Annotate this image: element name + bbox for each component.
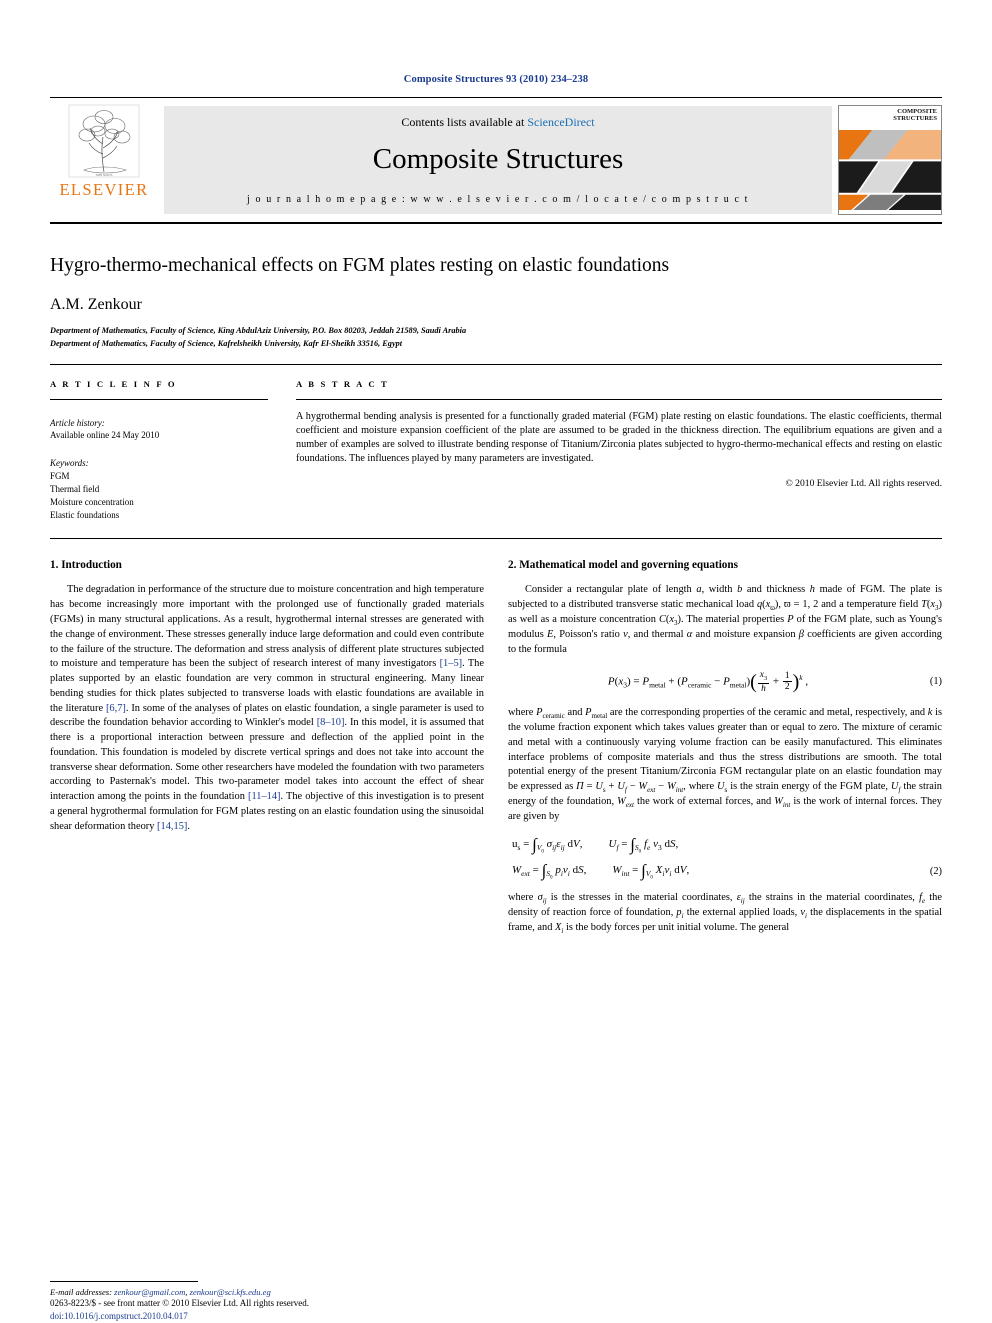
equation-2-line-2: Wext = ∫S0 pivi dS, Wint = ∫V0 Xivi dV, [512,861,690,881]
section-heading-model: 2. Mathematical model and governing equa… [508,559,738,572]
citation-8-10[interactable]: [8–10] [317,717,345,728]
journal-title: Composite Structures [372,143,624,175]
issn-line: 0263-8223/$ - see front matter © 2010 El… [50,1297,310,1308]
footer-note: E-mail addresses: zenkour@gmail.com, zen… [50,1281,484,1297]
cover-artwork [839,130,941,211]
article-info-heading: A R T I C L E I N F O [50,379,177,390]
equation-2-number: (2) [929,866,942,878]
publisher-logo: NON SOLUS ELSEVIER [50,98,158,222]
model-paragraph-2: where Pceramic and Pmetal are the corres… [508,706,942,825]
keyword-item: Thermal field [50,484,100,495]
sciencedirect-link[interactable]: ScienceDirect [527,115,594,129]
journal-homepage[interactable]: j o u r n a l h o m e p a g e : w w w . … [247,194,749,205]
publisher-name: ELSEVIER [59,180,149,199]
email-link-2[interactable]: zenkour@sci.kfs.edu.eg [190,1287,271,1297]
paper-page: Composite Structures 93 (2010) 234–238 N… [0,0,992,1323]
model-paragraph-1: Consider a rectangular plate of length a… [508,583,942,658]
abstract: A B S T R A C T A hygrothermal bending a… [290,379,942,522]
equation-2-line-1: us = ∫V0 σijεij dV, Uf = ∫S0 fe v3 dS, [512,835,679,855]
author-name: A.M. Zenkour [50,296,142,314]
journal-reference: Composite Structures 93 (2010) 234–238 [403,74,589,85]
citation-11-14[interactable]: [11–14] [248,791,281,802]
elsevier-tree-icon: NON SOLUS [68,104,140,178]
equation-1-number: (1) [929,676,942,688]
article-info: A R T I C L E I N F O Article history: A… [50,379,290,522]
keyword-item: Elastic foundations [50,510,120,521]
abstract-copyright: © 2010 Elsevier Ltd. All rights reserved… [785,477,943,489]
affiliations: Department of Mathematics, Faculty of Sc… [50,325,942,350]
article-history-value: Available online 24 May 2010 [50,430,160,441]
citation-1-5[interactable]: [1–5] [440,658,463,669]
model-text-2: where Pceramic and Pmetal are the corres… [508,706,943,823]
article-info-rule [50,399,268,401]
model-text-1: Consider a rectangular plate of length a… [508,584,943,656]
keyword-item: FGM [50,471,70,482]
keywords-label: Keywords: [50,458,89,469]
keyword-list: FGM Thermal field Moisture concentration… [50,470,268,522]
journal-banner: Contents lists available at ScienceDirec… [164,106,832,214]
svg-text:NON SOLUS: NON SOLUS [96,173,113,177]
contents-line: Contents lists available at ScienceDirec… [401,115,594,130]
email-link-1[interactable]: zenkour@gmail.com [114,1287,185,1297]
column-left: 1. Introduction The degradation in perfo… [50,559,484,1297]
equation-1-body: P(x3) = Pmetal + (Pceramic − Pmetal)(x3 h… [607,669,809,694]
divider-body [50,538,942,540]
model-paragraph-3: where σij is the stresses in the materia… [508,891,942,936]
footnote-rule [50,1281,198,1282]
journal-masthead: NON SOLUS ELSEVIER Contents lists availa… [50,97,942,224]
affiliation-2: Department of Mathematics, Faculty of Sc… [50,338,403,348]
column-right: 2. Mathematical model and governing equa… [508,559,942,936]
journal-cover-thumbnail: COMPOSITE STRUCTURES [838,105,942,215]
email-label: E-mail addresses: [50,1287,112,1297]
issn-doi-block: 0263-8223/$ - see front matter © 2010 El… [50,1297,309,1323]
intro-text-a: The degradation in performance of the st… [50,584,484,670]
info-abstract-block: A R T I C L E I N F O Article history: A… [50,365,942,522]
equation-1: P(x3) = Pmetal + (Pceramic − Pmetal)(x3 h… [508,670,942,694]
section-heading-introduction: 1. Introduction [50,559,122,572]
citation-6-7[interactable]: [6,7] [106,703,126,714]
affiliation-1: Department of Mathematics, Faculty of Sc… [50,326,467,336]
body-columns: 1. Introduction The degradation in perfo… [50,559,942,1297]
abstract-rule [296,399,942,401]
email-line: E-mail addresses: zenkour@gmail.com, zen… [50,1287,271,1297]
intro-text-d: . In this model, it is assumed that ther… [50,717,484,803]
cover-title: COMPOSITE STRUCTURES [893,108,937,122]
doi-label: doi: [50,1310,65,1321]
doi-line: doi:10.1016/j.compstruct.2010.04.017 [50,1310,309,1323]
doi-value[interactable]: 10.1016/j.compstruct.2010.04.017 [64,1311,188,1321]
citation-14-15[interactable]: [14,15] [157,821,187,832]
abstract-text: A hygrothermal bending analysis is prese… [296,411,942,465]
abstract-heading: A B S T R A C T [296,379,389,390]
intro-text-f: . [187,820,190,832]
title-block: Hygro-thermo-mechanical effects on FGM p… [50,254,942,350]
equation-2: us = ∫V0 σijεij dV, Uf = ∫S0 fe v3 dS, W… [508,835,942,881]
contents-prefix: Contents lists available at [401,115,528,129]
keyword-item: Moisture concentration [50,497,134,508]
model-text-3: where σij is the stresses in the materia… [508,892,943,936]
intro-paragraph: The degradation in performance of the st… [50,583,484,834]
page-title: Hygro-thermo-mechanical effects on FGM p… [50,255,670,276]
article-history-label: Article history: [50,418,105,429]
